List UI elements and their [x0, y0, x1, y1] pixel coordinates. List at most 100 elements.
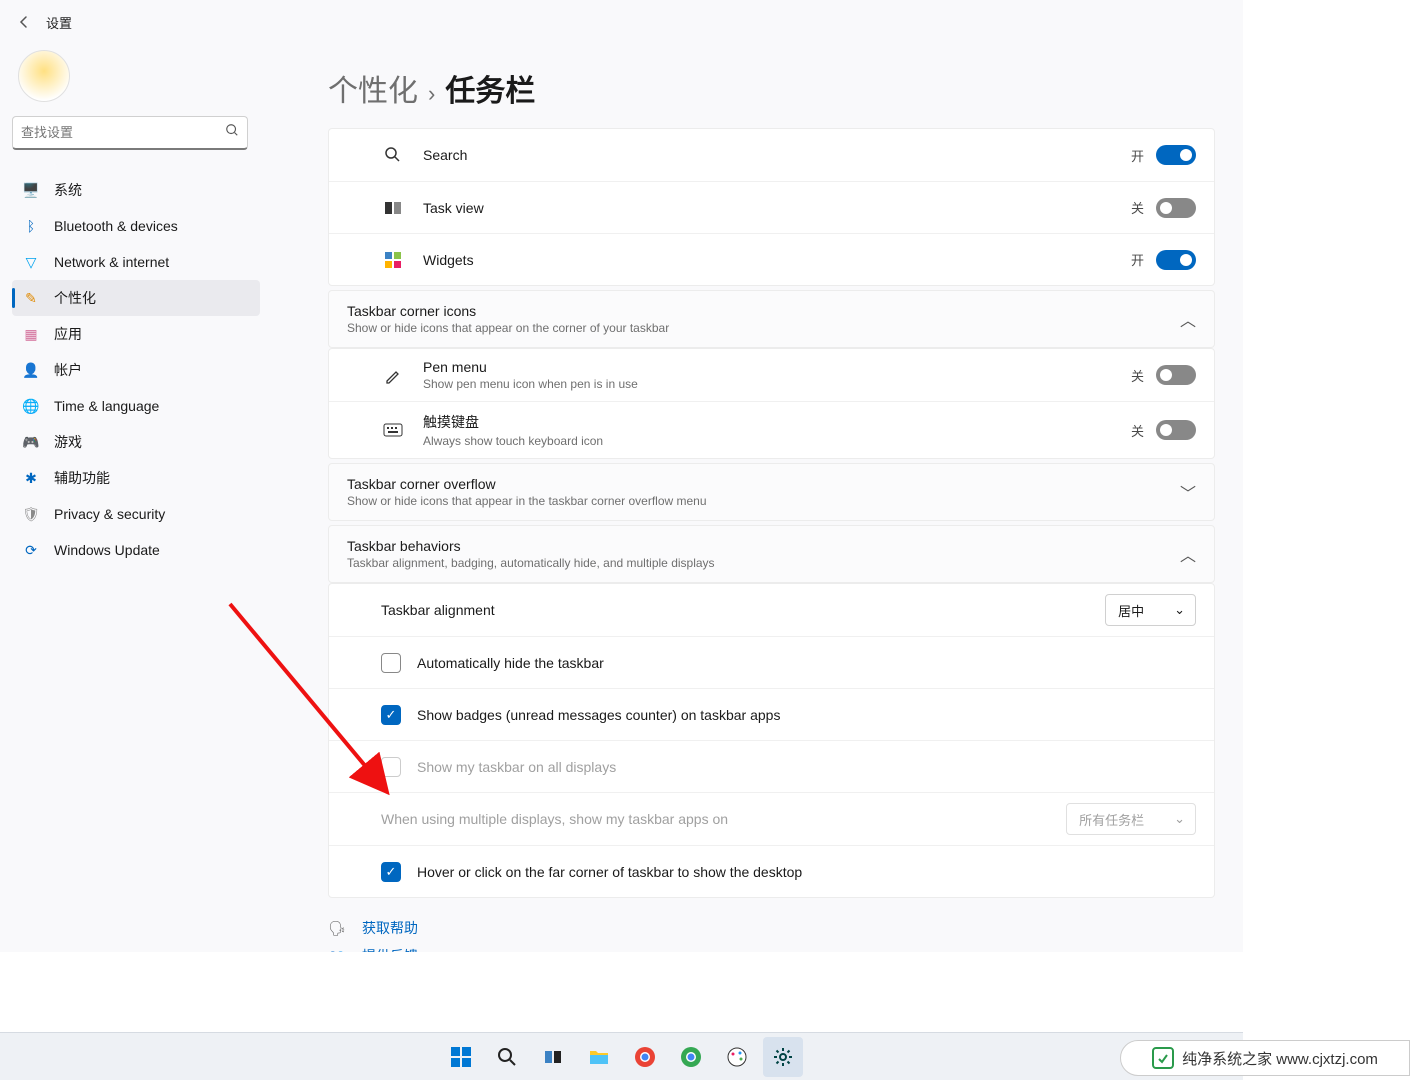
section-title: Taskbar behaviors	[347, 538, 1180, 554]
corner-icon-row: 触摸键盘Always show touch keyboard icon 关	[329, 401, 1214, 458]
checkbox-auto-hide[interactable]	[381, 653, 401, 673]
nav-icon: 🖥️	[22, 181, 40, 199]
toggle-state: 关	[1131, 421, 1144, 440]
toggle-widgets[interactable]	[1156, 250, 1196, 270]
checkbox-badges[interactable]: ✓	[381, 705, 401, 725]
nav-icon: ▦	[22, 325, 40, 343]
nav-label: Time & language	[54, 398, 159, 414]
chevron-up-icon: ︿	[1180, 307, 1196, 331]
section-corner-icons[interactable]: Taskbar corner icons Show or hide icons …	[328, 290, 1215, 348]
title-bar: 设置	[0, 0, 1243, 44]
toggle-pen[interactable]	[1156, 365, 1196, 385]
sidebar-item[interactable]: ▦ 应用	[12, 316, 260, 352]
multi-label: When using multiple displays, show my ta…	[381, 811, 1066, 827]
search-icon	[225, 123, 239, 142]
chevron-up-icon: ︿	[1180, 542, 1196, 566]
watermark-badge: 纯净系统之家 www.cjxtzj.com	[1120, 1040, 1410, 1076]
chevron-down-icon: ﹀	[1180, 480, 1196, 504]
row-auto-hide[interactable]: Automatically hide the taskbar	[329, 636, 1214, 688]
tb-chrome2-icon[interactable]	[671, 1037, 711, 1077]
section-overflow[interactable]: Taskbar corner overflow Show or hide ico…	[328, 463, 1215, 521]
behaviors-card: Taskbar alignment 居中 ⌄ Automatically hid…	[328, 583, 1215, 898]
alignment-label: Taskbar alignment	[381, 602, 1105, 618]
feedback-icon: 👥	[328, 948, 348, 953]
cb-label: Automatically hide the taskbar	[417, 655, 1196, 671]
toggle-state: 开	[1131, 250, 1144, 269]
toggle-keyboard[interactable]	[1156, 420, 1196, 440]
sidebar-item[interactable]: ✱辅助功能	[12, 460, 260, 496]
corner-icon-row: Pen menuShow pen menu icon when pen is i…	[329, 349, 1214, 401]
breadcrumb-current: 任务栏	[445, 66, 535, 110]
chevron-down-icon: ⌄	[1174, 602, 1185, 618]
taskbar-item-row: Task view 关	[329, 181, 1214, 233]
tb-taskview-icon[interactable]	[533, 1037, 573, 1077]
sidebar-item[interactable]: ⟳Windows Update	[12, 532, 260, 568]
tb-explorer-icon[interactable]	[579, 1037, 619, 1077]
content-area: 个性化 › 任务栏 Search 开 Task view 关 Widgets 开…	[300, 44, 1243, 952]
nav-label: Windows Update	[54, 542, 160, 558]
system-taskbar[interactable]	[0, 1032, 1243, 1080]
help-icon: 🗣	[328, 920, 348, 937]
nav-label: 帐户	[54, 360, 82, 380]
cb-label: Show my taskbar on all displays	[417, 759, 1196, 775]
sidebar-item[interactable]: 🎮游戏	[12, 424, 260, 460]
keyboard-icon	[381, 423, 405, 437]
row-hover-corner[interactable]: ✓ Hover or click on the far corner of ta…	[329, 845, 1214, 897]
search-icon	[381, 146, 405, 164]
sidebar-item[interactable]: 🌐 Time & language	[12, 388, 260, 424]
nav-label: 个性化	[54, 288, 96, 308]
nav-label: 系统	[54, 180, 82, 200]
sidebar-item[interactable]: 🛡Privacy & security	[12, 496, 260, 532]
toggle-state: 关	[1131, 198, 1144, 217]
nav-label: Network & internet	[54, 254, 169, 270]
taskbar-item-row: Search 开	[329, 129, 1214, 181]
sidebar-item[interactable]: 👤 帐户	[12, 352, 260, 388]
nav-icon: 🌐	[22, 397, 40, 415]
taskview-icon	[381, 201, 405, 215]
search-box[interactable]	[12, 116, 248, 150]
tb-start-icon[interactable]	[441, 1037, 481, 1077]
cb-label: Hover or click on the far corner of task…	[417, 864, 1196, 880]
cb-label: Show badges (unread messages counter) on…	[417, 707, 1196, 723]
feedback-link[interactable]: 👥 提供反馈	[328, 946, 1215, 952]
alignment-dropdown[interactable]: 居中 ⌄	[1105, 594, 1196, 626]
checkbox-hover-corner[interactable]: ✓	[381, 862, 401, 882]
sidebar-item[interactable]: ▽ Network & internet	[12, 244, 260, 280]
multi-dropdown: 所有任务栏 ⌄	[1066, 803, 1196, 835]
nav-label: Bluetooth & devices	[54, 218, 178, 234]
nav-label: 应用	[54, 324, 82, 344]
dropdown-value: 所有任务栏	[1079, 810, 1144, 829]
nav-icon: 👤	[22, 361, 40, 379]
section-behaviors[interactable]: Taskbar behaviors Taskbar alignment, bad…	[328, 525, 1215, 583]
widgets-icon	[381, 251, 405, 269]
toggle-search[interactable]	[1156, 145, 1196, 165]
toggle-state: 关	[1131, 366, 1144, 385]
taskbar-items-card: Search 开 Task view 关 Widgets 开	[328, 128, 1215, 286]
tb-paint-icon[interactable]	[717, 1037, 757, 1077]
section-desc: Taskbar alignment, badging, automaticall…	[347, 556, 1180, 570]
toggle-taskview[interactable]	[1156, 198, 1196, 218]
link-label: 获取帮助	[362, 918, 418, 938]
get-help-link[interactable]: 🗣 获取帮助	[328, 918, 1215, 938]
sidebar: 🖥️ 系统 ᛒBluetooth & devices ▽ Network & inter…	[0, 44, 300, 952]
tb-chrome-icon[interactable]	[625, 1037, 665, 1077]
breadcrumb-parent[interactable]: 个性化	[328, 66, 418, 110]
back-button[interactable]	[12, 10, 36, 34]
settings-window: 设置 🖥️ 系统 ᛒBluetooth & devices ▽ Network & in…	[0, 0, 1243, 952]
sidebar-item[interactable]: ᛒBluetooth & devices	[12, 208, 260, 244]
row-badges[interactable]: ✓ Show badges (unread messages counter) …	[329, 688, 1214, 740]
nav-label: 游戏	[54, 432, 82, 452]
nav-label: Privacy & security	[54, 506, 165, 522]
breadcrumb-sep-icon: ›	[428, 81, 435, 107]
tb-search-icon[interactable]	[487, 1037, 527, 1077]
nav-icon: ▽	[22, 253, 40, 271]
sidebar-item[interactable]: 🖥️ 系统	[12, 172, 260, 208]
row-all-displays: Show my taskbar on all displays	[329, 740, 1214, 792]
checkbox-all-displays	[381, 757, 401, 777]
user-avatar[interactable]	[18, 50, 70, 102]
sidebar-item[interactable]: ✎个性化	[12, 280, 260, 316]
tb-settings-icon[interactable]	[763, 1037, 803, 1077]
section-title: Taskbar corner overflow	[347, 476, 1180, 492]
search-input[interactable]	[21, 125, 225, 140]
row-label: Pen menu	[423, 359, 1131, 375]
